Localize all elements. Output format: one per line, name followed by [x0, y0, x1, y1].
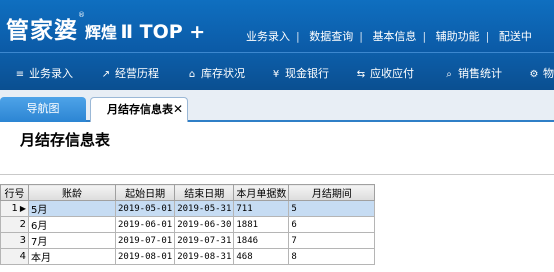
nav-cash-bank[interactable]: ¥ 现金银行	[270, 65, 329, 81]
top-menu-business-entry[interactable]: 业务录入	[246, 30, 290, 43]
nav-receivable-payable[interactable]: ⇆ 应收应付	[355, 65, 414, 81]
end-date-cell[interactable]: 2019-07-31	[174, 232, 235, 249]
nav-more[interactable]: ⚙ 物	[528, 65, 554, 81]
start-date-cell[interactable]: 2019-05-01	[114, 200, 176, 217]
end-date-cell[interactable]: 2019-05-31	[174, 200, 235, 217]
nav-label: 应收应付	[370, 67, 414, 80]
age-cell[interactable]: 5月	[28, 200, 116, 217]
top-menu-aux-functions[interactable]: 辅助功能	[436, 30, 480, 43]
app-logo: 管家婆®辉煌 Ⅱ TOP +	[6, 11, 205, 45]
gear-icon: ⚙	[529, 69, 539, 80]
divider	[0, 174, 554, 175]
table-row[interactable]: 2 6月 2019-06-01 2019-06-30 1881 6	[0, 216, 376, 233]
top-menu: 业务录入 | 数据查询 | 基本信息 | 辅助功能 | 配送中	[246, 30, 532, 43]
nav-label: 库存状况	[201, 67, 245, 80]
top-menu-basic-info[interactable]: 基本信息	[372, 30, 416, 43]
start-date-cell[interactable]: 2019-08-01	[114, 248, 176, 265]
nav-inventory-status[interactable]: ⌂ 库存状况	[186, 65, 245, 81]
row-number-cell: 3	[0, 232, 29, 249]
period-cell[interactable]: 6	[288, 216, 376, 233]
table-row[interactable]: 1 ▶ 5月 2019-05-01 2019-05-31 711 5	[0, 200, 376, 217]
period-cell[interactable]: 8	[288, 248, 376, 265]
top-menu-data-query[interactable]: 数据查询	[309, 30, 353, 43]
nav-business-entry[interactable]: ≡ 业务录入	[14, 65, 73, 81]
page-title: 月结存信息表	[20, 131, 111, 149]
logo-version: Ⅱ TOP +	[120, 21, 206, 43]
start-date-cell[interactable]: 2019-07-01	[114, 232, 176, 249]
row-number-cell: 2	[0, 216, 29, 233]
list-icon: ≡	[15, 69, 25, 80]
end-date-cell[interactable]: 2019-08-31	[174, 248, 235, 265]
close-icon[interactable]: ✕	[173, 98, 183, 121]
tab-label: 月结存信息表	[107, 103, 173, 116]
age-cell[interactable]: 7月	[28, 232, 116, 249]
table-row[interactable]: 3 7月 2019-07-01 2019-07-31 1846 7	[0, 232, 376, 249]
main-nav: ≡ 业务录入 ↗ 经营历程 ⌂ 库存状况 ¥ 现金银行 ⇆ 应收应付 ⌕ 销售统计 ⚙ 物	[0, 52, 554, 90]
nav-label: 现金银行	[285, 67, 329, 80]
doc-count-cell[interactable]: 1846	[233, 232, 290, 249]
logo-main: 管家婆	[6, 18, 78, 44]
row-number-cell: 4	[0, 248, 29, 265]
nav-operation-history[interactable]: ↗ 经营历程	[100, 65, 159, 81]
tab-navigation-map[interactable]: 导航图	[0, 97, 86, 122]
nav-label: 销售统计	[458, 67, 502, 80]
nav-label: 经营历程	[115, 67, 159, 80]
logo-reg: ®	[78, 11, 85, 19]
exchange-icon: ⇆	[356, 69, 366, 80]
current-row-icon: ▶	[19, 204, 26, 213]
age-cell[interactable]: 6月	[28, 216, 116, 233]
col-header-row-number[interactable]: 行号	[0, 184, 29, 201]
nav-label: 物	[543, 67, 554, 80]
age-cell[interactable]: 本月	[28, 248, 116, 265]
col-header-period[interactable]: 月结期间	[288, 184, 376, 201]
top-menu-delivery[interactable]: 配送中	[499, 30, 532, 43]
col-header-start-date[interactable]: 起始日期	[114, 184, 176, 201]
start-date-cell[interactable]: 2019-06-01	[114, 216, 176, 233]
col-header-doc-count[interactable]: 本月单据数	[233, 184, 290, 201]
nav-label: 业务录入	[29, 67, 73, 80]
nav-sales-stats[interactable]: ⌕ 销售统计	[443, 65, 502, 81]
home-icon: ⌂	[188, 69, 196, 80]
doc-count-cell[interactable]: 468	[233, 248, 290, 265]
monthly-inventory-table: 行号 账龄 起始日期 结束日期 本月单据数 月结期间 1 ▶ 5月 2019-05…	[0, 184, 376, 265]
logo-sub: 辉煌	[85, 23, 118, 42]
app-header: 管家婆®辉煌 Ⅱ TOP + 业务录入 | 数据查询 | 基本信息 | 辅助功能 | 配…	[0, 0, 554, 52]
period-cell[interactable]: 7	[288, 232, 376, 249]
end-date-cell[interactable]: 2019-06-30	[174, 216, 235, 233]
search-icon: ⌕	[446, 69, 452, 80]
col-header-age[interactable]: 账龄	[28, 184, 116, 201]
tab-monthly-inventory[interactable]: 月结存信息表 ✕	[90, 97, 188, 122]
chart-icon: ↗	[101, 69, 111, 80]
yen-icon: ¥	[272, 69, 280, 80]
table-row[interactable]: 4 本月 2019-08-01 2019-08-31 468 8	[0, 248, 376, 265]
row-number-cell: 1 ▶	[0, 200, 29, 217]
tab-strip: 导航图 月结存信息表 ✕	[0, 90, 554, 122]
table-header-row: 行号 账龄 起始日期 结束日期 本月单据数 月结期间	[0, 184, 376, 201]
period-cell[interactable]: 5	[288, 200, 376, 217]
doc-count-cell[interactable]: 711	[233, 200, 290, 217]
doc-count-cell[interactable]: 1881	[233, 216, 290, 233]
col-header-end-date[interactable]: 结束日期	[174, 184, 235, 201]
